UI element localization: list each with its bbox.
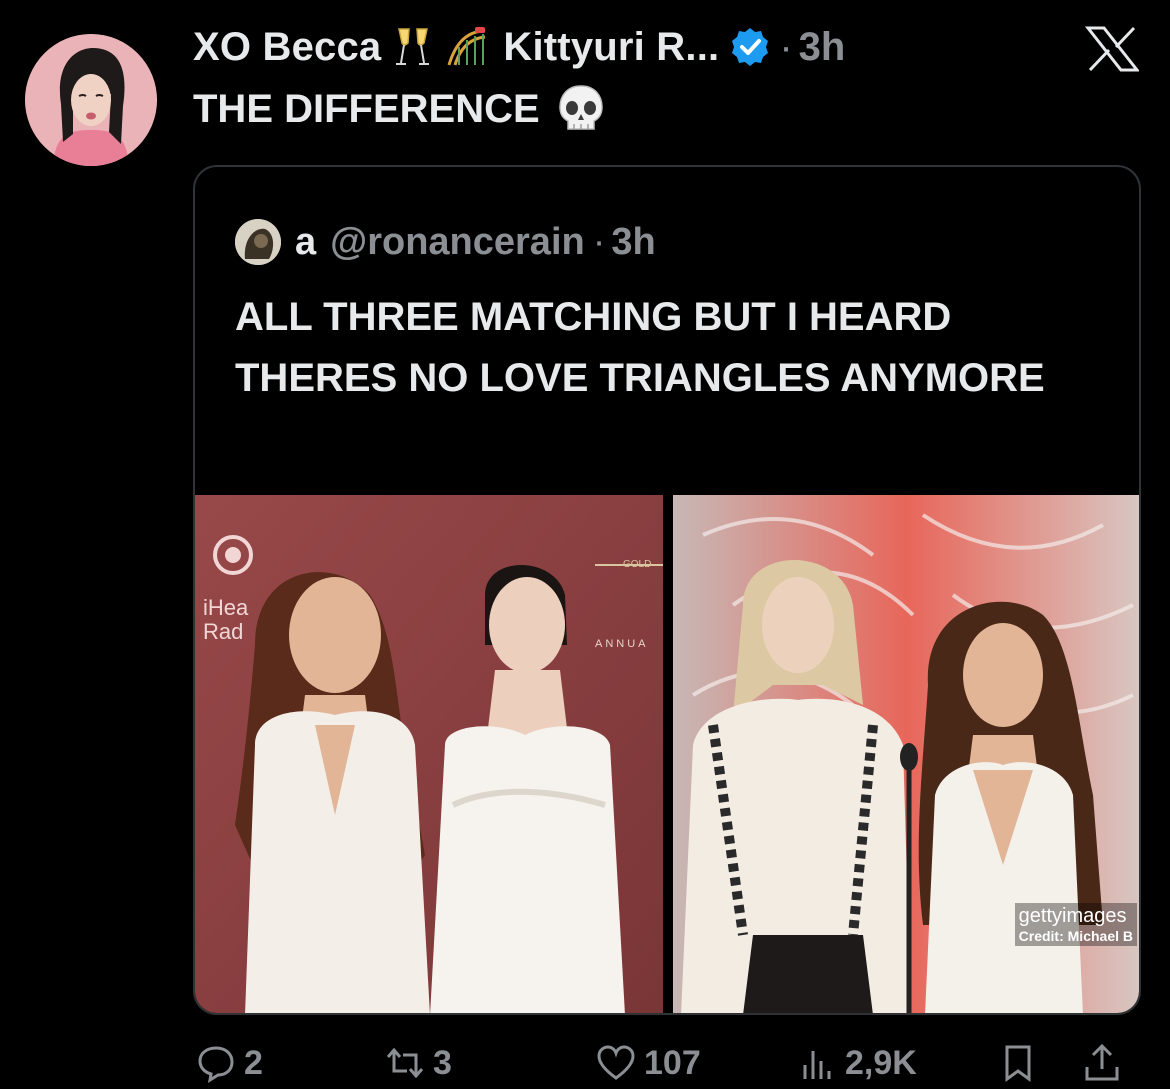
clinking-glasses-icon [391,25,435,69]
media-photo-left[interactable]: iHea Rad GOLD ANNUA [195,495,663,1013]
media-photo-right[interactable]: gettyimages Credit: Michael B [673,495,1139,1013]
bookmark-button[interactable] [998,1043,1046,1083]
roller-coaster-icon [445,25,489,69]
share-button[interactable] [1082,1043,1130,1083]
verified-badge-icon [729,26,771,68]
retweet-count: 3 [433,1043,452,1082]
skull-icon [554,82,608,136]
quote-text: ALL THREE MATCHING BUT I HEARD THERES NO… [235,295,1045,400]
photo-credit: Credit: Michael B [1018,928,1133,944]
getty-logo: gettyimages [1018,905,1127,927]
views-count: 2,9K [845,1043,917,1082]
views-button[interactable]: 2,9K [797,1043,917,1083]
retweeted-by-name[interactable]: Kittyuri R... [503,25,719,70]
action-bar: 2 3 107 2,9K [0,1033,1170,1089]
tweet-text-container: THE DIFFERENCE [193,82,608,136]
like-button[interactable]: 107 [596,1043,701,1083]
signage-radio: Rad [203,619,243,644]
quote-separator-dot: · [592,220,606,263]
tweet-header: XO Becca Kittyuri R... · 3h [193,22,845,72]
signage-iheart: iHea [203,595,249,620]
quote-media[interactable]: iHea Rad GOLD ANNUA gettyimages Credit: … [195,495,1139,1013]
quote-author-avatar[interactable] [235,219,281,265]
quoted-tweet[interactable]: a @ronancerain · 3h ALL THREE MATCHING B… [193,165,1141,1015]
reply-icon [198,1046,234,1083]
signage-annual: ANNUA [595,638,649,650]
quote-header: a @ronancerain · 3h [235,219,656,265]
heart-icon [597,1045,635,1080]
display-name[interactable]: XO Becca [193,25,381,70]
like-count: 107 [644,1043,701,1082]
share-icon [1085,1043,1119,1081]
x-logo-icon[interactable] [1084,26,1141,72]
getty-watermark: gettyimages Credit: Michael B [1014,903,1137,946]
reply-button[interactable]: 2 [196,1043,263,1083]
signage-gold: GOLD [623,559,651,570]
quote-author-name[interactable]: a [295,221,316,264]
views-icon [803,1051,831,1079]
author-avatar[interactable] [25,34,157,166]
retweet-button[interactable]: 3 [385,1043,452,1083]
tweet-text: THE DIFFERENCE [193,86,540,131]
quote-author-handle[interactable]: @ronancerain [330,221,585,264]
quote-time[interactable]: 3h [611,221,655,264]
bookmark-icon [1005,1045,1031,1082]
retweet-icon [386,1047,424,1079]
tweet-time[interactable]: 3h [799,25,846,70]
reply-count: 2 [244,1043,263,1082]
separator-dot: · [779,24,793,69]
